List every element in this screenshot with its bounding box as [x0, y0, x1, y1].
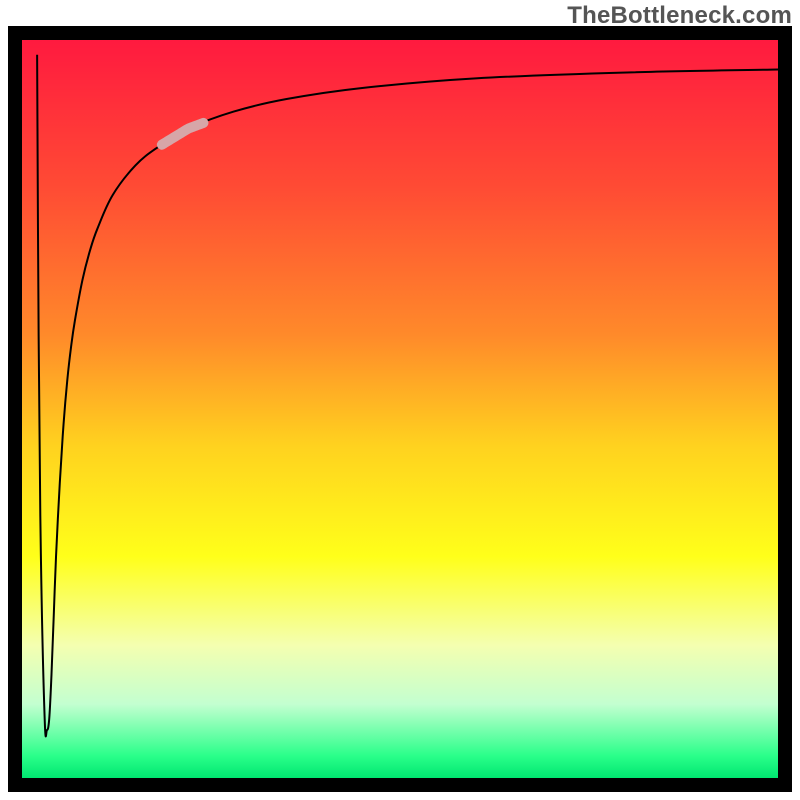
- chart-svg: [8, 26, 792, 792]
- chart-container: [8, 26, 792, 792]
- plot-area: [22, 40, 778, 778]
